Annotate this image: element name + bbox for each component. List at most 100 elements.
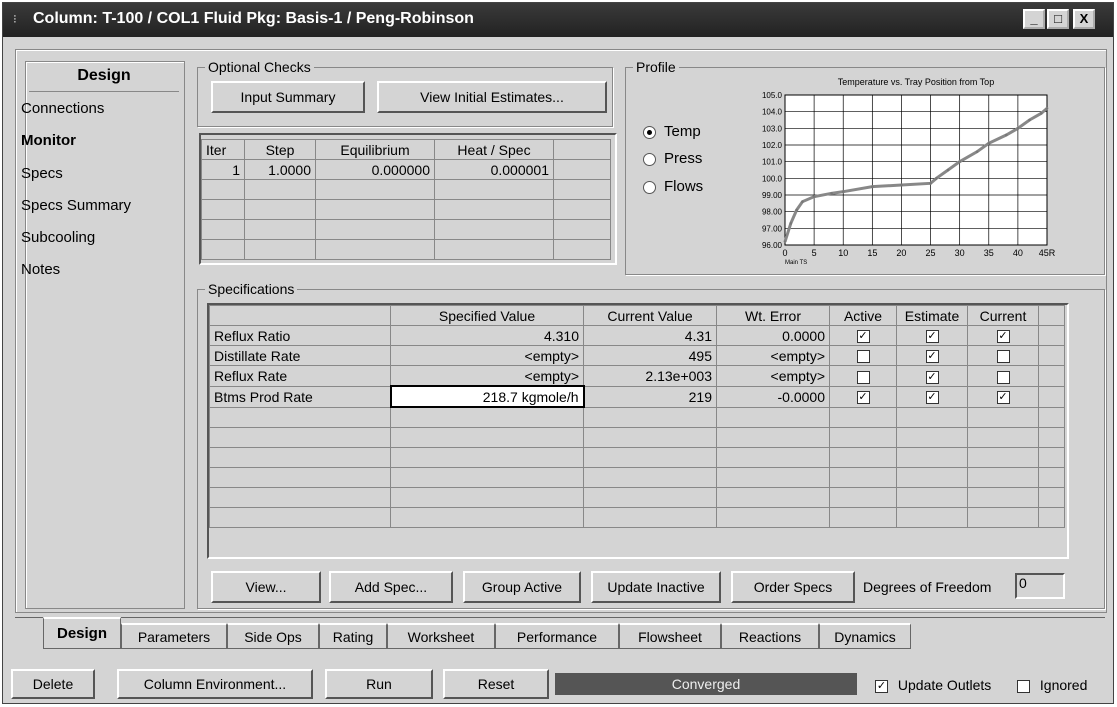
tab-worksheet[interactable]: Worksheet — [387, 623, 495, 649]
ignored-label: Ignored — [1039, 677, 1088, 693]
col-header-current: Current — [967, 305, 1039, 326]
sidebar-item-specs[interactable]: Specs — [21, 165, 181, 182]
chart-title: Temperature vs. Tray Position from Top — [838, 77, 994, 87]
estimate-checkbox[interactable]: ✓ — [896, 365, 968, 387]
col-header-iter: Iter — [201, 139, 245, 160]
radio-flows[interactable]: Flows — [643, 178, 703, 195]
close-button[interactable]: X — [1073, 9, 1095, 29]
data-point — [1045, 107, 1049, 110]
table-row: Reflux Rate <empty> 2.13e+003 <empty> ✓ — [209, 365, 1065, 387]
order-specs-button[interactable]: Order Specs — [731, 571, 855, 603]
sidebar-item-specs-summary[interactable]: Specs Summary — [21, 197, 181, 214]
spec-name-cell: Reflux Ratio — [209, 325, 391, 346]
y-tick-label: 103.0 — [762, 124, 783, 133]
radio-flows-indicator — [643, 180, 656, 194]
sidebar-item-notes[interactable]: Notes — [21, 261, 181, 278]
data-point — [1028, 118, 1031, 122]
ignored-checkbox[interactable]: Ignored — [1017, 677, 1087, 693]
wt-error-cell: 0.0000 — [716, 325, 830, 346]
sidebar-item-subcooling[interactable]: Subcooling — [21, 229, 181, 246]
checked-icon: ✓ — [856, 330, 870, 344]
update-inactive-button[interactable]: Update Inactive — [591, 571, 721, 603]
table-row — [209, 447, 1065, 468]
specs-header-row: Specified Value Current Value Wt. Error … — [209, 305, 1065, 326]
app-icon: ⁝ — [13, 12, 17, 26]
y-tick-label: 98.00 — [762, 208, 783, 217]
input-summary-button[interactable]: Input Summary — [211, 81, 365, 113]
tab-dynamics[interactable]: Dynamics — [819, 623, 911, 649]
tab-parameters[interactable]: Parameters — [121, 623, 227, 649]
estimate-checkbox[interactable]: ✓ — [896, 385, 968, 408]
column-environment-button[interactable]: Column Environment... — [117, 669, 313, 699]
view-spec-button[interactable]: View... — [211, 571, 321, 603]
current-checkbox[interactable]: ✓ — [967, 385, 1039, 408]
table-row — [209, 406, 1065, 428]
profile-label: Profile — [633, 59, 679, 75]
checked-icon: ✓ — [996, 391, 1010, 405]
iter-cell: 1 — [201, 159, 245, 180]
table-row — [201, 219, 611, 240]
spec-name-cell: Distillate Rate — [209, 345, 391, 366]
data-point — [1004, 133, 1008, 137]
radio-temp[interactable]: Temp — [643, 123, 701, 140]
radio-press[interactable]: Press — [643, 150, 702, 167]
tab-flowsheet[interactable]: Flowsheet — [619, 623, 721, 649]
active-checkbox[interactable]: ✓ — [829, 385, 897, 408]
sidebar-divider — [29, 91, 179, 92]
specified-value-cell[interactable]: <empty> — [390, 365, 584, 387]
degrees-of-freedom-label: Degrees of Freedom — [863, 579, 992, 595]
current-checkbox[interactable] — [967, 345, 1039, 366]
data-point — [929, 182, 932, 185]
checked-icon: ✓ — [996, 330, 1010, 344]
tab-reactions[interactable]: Reactions — [721, 623, 819, 649]
wt-error-cell: <empty> — [716, 345, 830, 366]
active-checkbox[interactable] — [829, 365, 897, 387]
current-checkbox[interactable] — [967, 365, 1039, 387]
sidebar-item-monitor[interactable]: Monitor — [21, 132, 181, 149]
specified-value-cell[interactable]: 4.310 — [390, 325, 584, 346]
tab-rating[interactable]: Rating — [319, 623, 387, 649]
column-window: ⁝ Column: T-100 / COL1 Fluid Pkg: Basis-… — [2, 2, 1114, 704]
specified-value-cell[interactable]: <empty> — [390, 345, 584, 366]
tab-design[interactable]: Design — [43, 617, 121, 649]
window-title: Column: T-100 / COL1 Fluid Pkg: Basis-1 … — [33, 10, 474, 27]
current-value-cell: 219 — [583, 385, 717, 408]
estimate-checkbox[interactable]: ✓ — [896, 325, 968, 346]
wt-error-cell: -0.0000 — [716, 385, 830, 408]
update-outlets-checkbox[interactable]: ✓ Update Outlets — [875, 677, 991, 693]
add-spec-button[interactable]: Add Spec... — [329, 571, 453, 603]
active-checkbox[interactable] — [829, 345, 897, 366]
tab-performance[interactable]: Performance — [495, 623, 619, 649]
run-button[interactable]: Run — [325, 669, 433, 699]
maximize-button[interactable]: □ — [1047, 9, 1069, 29]
update-outlets-check-icon: ✓ — [875, 679, 888, 693]
sidebar-item-connections[interactable]: Connections — [21, 100, 181, 117]
view-initial-estimates-button[interactable]: View Initial Estimates... — [377, 81, 607, 113]
reset-button[interactable]: Reset — [443, 669, 549, 699]
temperature-profile-chart: Temperature vs. Tray Position from Top 96… — [762, 77, 1056, 265]
spec-name-cell: Btms Prod Rate — [209, 385, 391, 408]
col-header-blank — [553, 139, 611, 160]
estimate-checkbox[interactable]: ✓ — [896, 345, 968, 366]
col-header-specified-value: Specified Value — [390, 305, 584, 326]
iter-table-frame: Iter Step Equilibrium Heat / Spec 1 1.00… — [199, 133, 617, 265]
degrees-of-freedom-field[interactable]: 0 — [1015, 573, 1065, 599]
step-cell: 1.0000 — [244, 159, 316, 180]
x-tick-label: 10 — [838, 248, 848, 258]
data-point — [958, 160, 961, 163]
specs-table: Specified Value Current Value Wt. Error … — [209, 305, 1065, 528]
active-checkbox[interactable]: ✓ — [829, 325, 897, 346]
specified-value-cell[interactable]: 218.7 kgmole/h — [389, 385, 585, 408]
data-point — [841, 190, 845, 193]
iter-header-row: Iter Step Equilibrium Heat / Spec — [201, 139, 611, 160]
specifications-label: Specifications — [205, 281, 298, 297]
spec-name-cell: Reflux Rate — [209, 365, 391, 387]
col-header-active: Active — [829, 305, 897, 326]
data-point — [1039, 112, 1043, 115]
group-active-button[interactable]: Group Active — [463, 571, 581, 603]
minimize-button[interactable]: _ — [1023, 9, 1045, 29]
y-tick-label: 105.0 — [762, 91, 783, 100]
delete-button[interactable]: Delete — [11, 669, 95, 699]
tab-side-ops[interactable]: Side Ops — [227, 623, 319, 649]
current-checkbox[interactable]: ✓ — [967, 325, 1039, 346]
